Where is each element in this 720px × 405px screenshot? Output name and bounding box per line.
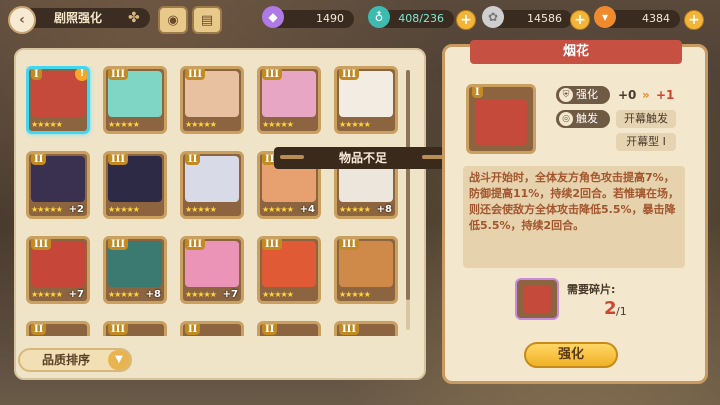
card-tier: I [31,69,42,80]
star-rating: ★★★★★ [262,205,294,214]
card-item[interactable]: II ★★★★★ +2 [26,151,90,219]
trigger-value: 开幕触发 [616,110,676,128]
card-tier: III [108,154,129,165]
fragments-need: /1 [616,305,627,318]
detail-tier: I [472,87,483,98]
chevron-down-icon[interactable]: ▼ [108,350,130,370]
warning-icon: ! [75,69,87,81]
skill-description: 战斗开始时，全体友方角色攻击提高7%，防御提高11%，持续2回合。若惟璃在场，则… [463,166,685,268]
star-rating: ★★★★★ [108,120,140,129]
card-tier: III [262,69,283,80]
card-item[interactable]: III ★★★★★ [257,66,321,134]
star-rating: ★★★★★ [185,205,217,214]
star-rating: ★★★★★ [339,120,371,129]
card-item[interactable]: III ★★★★★ [257,236,321,304]
card-item[interactable]: III ★★★★★ +8 [103,236,167,304]
star-rating: ★★★★★ [339,205,371,214]
card-item[interactable]: III [103,321,167,336]
card-tier: II [262,324,278,335]
card-tier: II [185,324,201,335]
card-tier: III [262,239,283,250]
double-arrow-icon: » [642,88,650,102]
fragments-label: 需要碎片: [567,283,616,296]
card-item[interactable]: III ★★★★★ +7 [26,236,90,304]
detail-title: 烟花 [470,40,682,64]
trigger-label: ◎ 触发 [556,110,610,128]
eye-icon[interactable]: ◉ [158,6,188,34]
type-value: 开幕型 I [616,133,676,151]
fragments-have: 2 [604,298,617,319]
shield-icon: ⛨ [559,88,573,102]
card-tier: III [108,324,129,335]
card-bonus: +8 [376,204,392,215]
card-bonus: +2 [68,204,84,215]
book-icon[interactable]: ▤ [192,6,222,34]
gem-icon: ◆ [262,6,284,28]
star-rating: ★★★★★ [108,205,140,214]
coin-icon: ✿ [482,6,504,28]
card-item[interactable]: III ★★★★★ +7 [180,236,244,304]
enhance-label: ⛨ 强化 [556,86,610,104]
card-tier: III [108,239,129,250]
star-rating: ★★★★★ [31,120,63,129]
carrot-icon: ▾ [594,6,616,28]
enhance-from: +0 [618,88,637,102]
star-rating: ★★★★★ [185,290,217,299]
scrollbar-thumb[interactable] [406,70,410,300]
star-rating: ★★★★★ [31,290,63,299]
enhance-to: +1 [656,88,675,102]
star-rating: ★★★★★ [108,290,140,299]
back-arrow-icon: ‹ [19,12,25,28]
card-item[interactable]: III [334,321,398,336]
card-item[interactable]: III ★★★★★ [103,151,167,219]
card-tier: III [185,69,206,80]
card-item[interactable]: III ★★★★★ [103,66,167,134]
card-item[interactable]: II [26,321,90,336]
star-rating: ★★★★★ [262,290,294,299]
upgrade-button[interactable]: 强化 [524,342,618,368]
scrollbar[interactable] [406,70,410,330]
card-item[interactable]: I ★★★★★! [26,66,90,134]
card-tier: III [185,239,206,250]
detail-card-image: I [466,84,536,154]
card-item[interactable]: II ★★★★★ [180,151,244,219]
back-button[interactable]: ‹ [8,6,36,34]
detail-portrait [475,99,527,145]
star-rating: ★★★★★ [262,120,294,129]
star-rating: ★★★★★ [185,120,217,129]
top-bar: 剧照强化 ‹ ✤ ◉ ▤ 1490 ◆ 408/236 ♁ + 14586 ✿ … [0,0,720,36]
card-item[interactable]: II [180,321,244,336]
card-item[interactable]: III ★★★★★ [334,66,398,134]
clover-icon: ✤ [128,10,140,26]
fragment-portrait [523,285,551,313]
card-tier: III [339,239,360,250]
insufficient-items-tooltip: 物品不足 [274,147,452,169]
card-tier: II [31,324,47,335]
potion-icon: ♁ [368,6,390,28]
card-bonus: +8 [145,289,161,300]
card-list-panel: I ★★★★★! III ★★★★★ III ★★★★★ III ★★★★★ III ★★★★★ I… [14,48,426,380]
card-tier: III [339,69,360,80]
card-tier: II [185,154,201,165]
add-stamina-button[interactable]: + [456,10,476,30]
card-bonus: +7 [68,289,84,300]
star-rating: ★★★★★ [339,290,371,299]
star-rating: ★★★★★ [31,205,63,214]
card-item[interactable]: III ★★★★★ [180,66,244,134]
target-icon: ◎ [559,112,573,126]
add-carrot-button[interactable]: + [684,10,704,30]
card-grid: I ★★★★★! III ★★★★★ III ★★★★★ III ★★★★★ III ★★★★★ I… [26,66,416,336]
card-item[interactable]: III ★★★★★ [334,236,398,304]
fragment-icon [515,278,559,320]
add-coin-button[interactable]: + [570,10,590,30]
card-item[interactable]: II [257,321,321,336]
card-tier: II [31,154,47,165]
card-tier: III [31,239,52,250]
card-tier: III [339,324,360,335]
card-bonus: +7 [222,289,238,300]
card-bonus: +4 [299,204,315,215]
card-tier: III [108,69,129,80]
